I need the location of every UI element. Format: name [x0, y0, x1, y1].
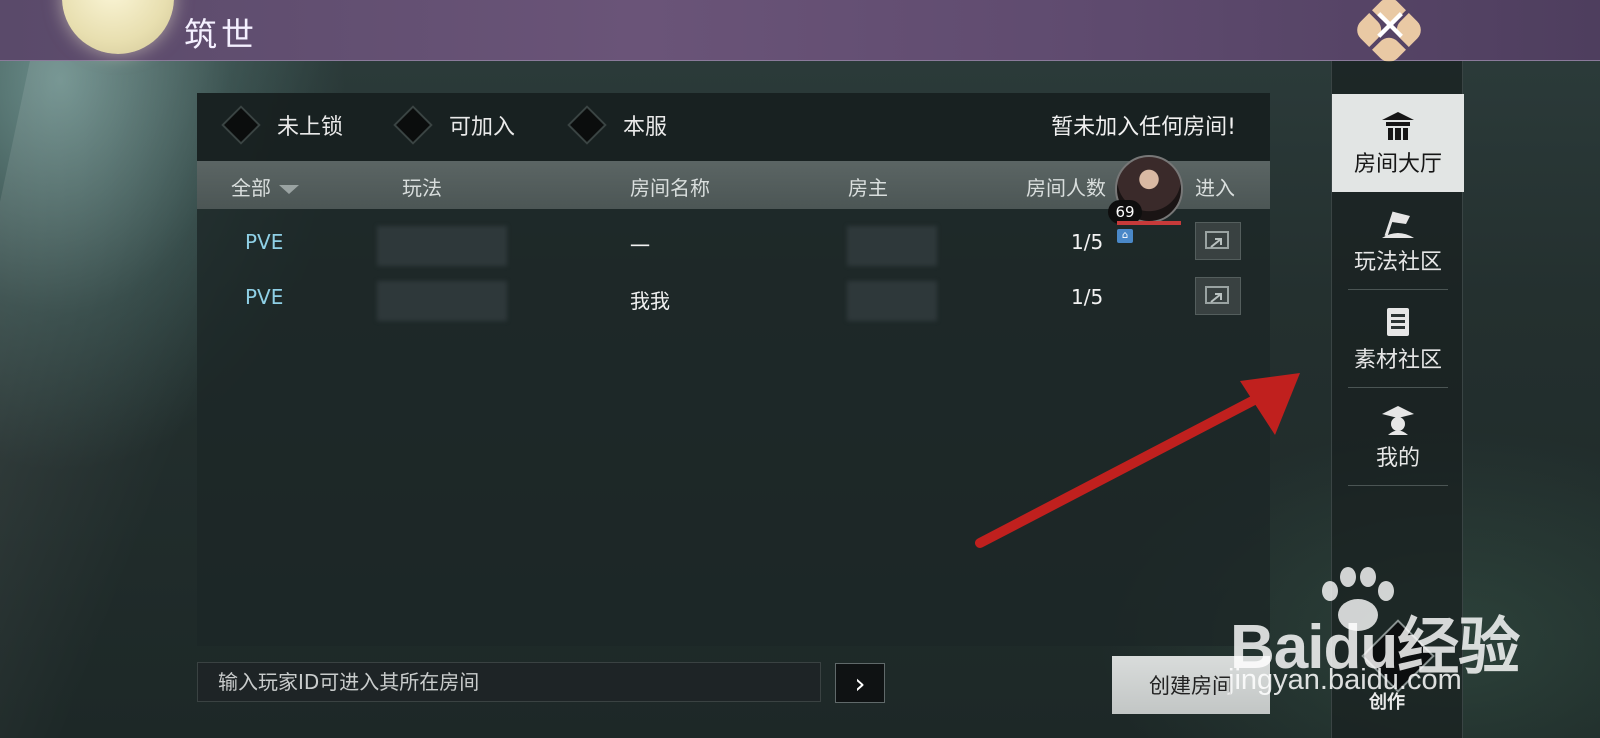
filter-joinable[interactable]: 可加入 — [393, 105, 515, 145]
close-button[interactable]: ✕ — [1335, 0, 1455, 67]
sidebar-item-label: 素材社区 — [1353, 348, 1442, 373]
category-dropdown-label: 全部 — [231, 176, 271, 200]
filter-bar: 未上锁 可加入 本服 暂未加入任何房间! — [197, 93, 1270, 161]
app-title: 筑世 — [184, 15, 258, 54]
table-row[interactable]: PVE 一 1/5 — [197, 216, 1270, 270]
sidebar-item-gameplay-community[interactable]: 玩法社区 — [1332, 192, 1464, 290]
scholar-hat-icon — [1382, 406, 1414, 435]
table-row[interactable]: PVE 我我 1/5 — [197, 271, 1270, 325]
redacted-area — [377, 281, 507, 321]
chevron-right-icon: › — [854, 666, 866, 700]
checkbox-diamond-icon — [221, 105, 261, 145]
sidebar-item-label: 我的 — [1375, 446, 1420, 471]
row-room-name: 一 — [630, 234, 650, 258]
redacted-area — [847, 226, 937, 266]
sidebar-item-label: 玩法社区 — [1353, 250, 1442, 275]
close-icon: ✕ — [1371, 1, 1409, 52]
enter-room-button[interactable] — [1195, 222, 1241, 260]
redacted-area — [847, 281, 937, 321]
table-header: 全部 玩法 房间名称 房主 房间人数 进入 — [197, 161, 1270, 209]
checkbox-diamond-icon — [567, 105, 607, 145]
enter-icon — [1205, 231, 1229, 249]
column-player-count: 房间人数 — [1026, 176, 1106, 200]
enter-icon — [1205, 286, 1229, 304]
top-bar: 筑世 ✕ — [0, 0, 1600, 67]
checkbox-diamond-icon — [393, 105, 433, 145]
filter-label: 本服 — [623, 115, 668, 140]
sidebar-item-mine[interactable]: 我的 — [1332, 388, 1464, 486]
watermark-url: jingyan.baidu.com — [1228, 664, 1462, 696]
filter-label: 未上锁 — [277, 115, 344, 140]
chevron-down-icon — [279, 185, 299, 194]
moon-decoration — [62, 0, 174, 54]
row-room-name: 我我 — [630, 289, 670, 313]
home-icon: ⌂ — [1117, 229, 1133, 243]
sidebar-item-asset-community[interactable]: 素材社区 — [1332, 290, 1464, 388]
health-bar — [1117, 221, 1181, 225]
sidebar-item-label: 房间大厅 — [1353, 152, 1442, 177]
room-status-text: 暂未加入任何房间! — [1051, 115, 1236, 140]
column-mode: 玩法 — [402, 176, 442, 200]
filter-label: 可加入 — [449, 115, 516, 140]
go-button[interactable]: › — [835, 663, 885, 703]
filter-this-server[interactable]: 本服 — [567, 105, 667, 145]
redacted-area — [377, 226, 507, 266]
enter-room-button[interactable] — [1195, 277, 1241, 315]
flag-icon — [1382, 211, 1414, 238]
player-id-search-input[interactable] — [197, 662, 821, 702]
row-player-count: 1/5 — [1071, 230, 1104, 254]
row-mode: PVE — [245, 230, 284, 254]
document-icon — [1387, 308, 1409, 336]
row-mode: PVE — [245, 285, 284, 309]
annotation-arrow-icon — [975, 373, 1300, 548]
filter-unlocked[interactable]: 未上锁 — [221, 105, 343, 145]
sidebar-item-room-hall[interactable]: 房间大厅 — [1332, 94, 1464, 192]
row-player-count: 1/5 — [1071, 285, 1104, 309]
hall-icon — [1382, 112, 1414, 140]
column-host: 房主 — [848, 176, 888, 200]
divider — [1348, 485, 1448, 486]
category-dropdown[interactable]: 全部 — [231, 172, 299, 201]
column-enter: 进入 — [1195, 176, 1235, 200]
column-room-name: 房间名称 — [630, 176, 710, 200]
